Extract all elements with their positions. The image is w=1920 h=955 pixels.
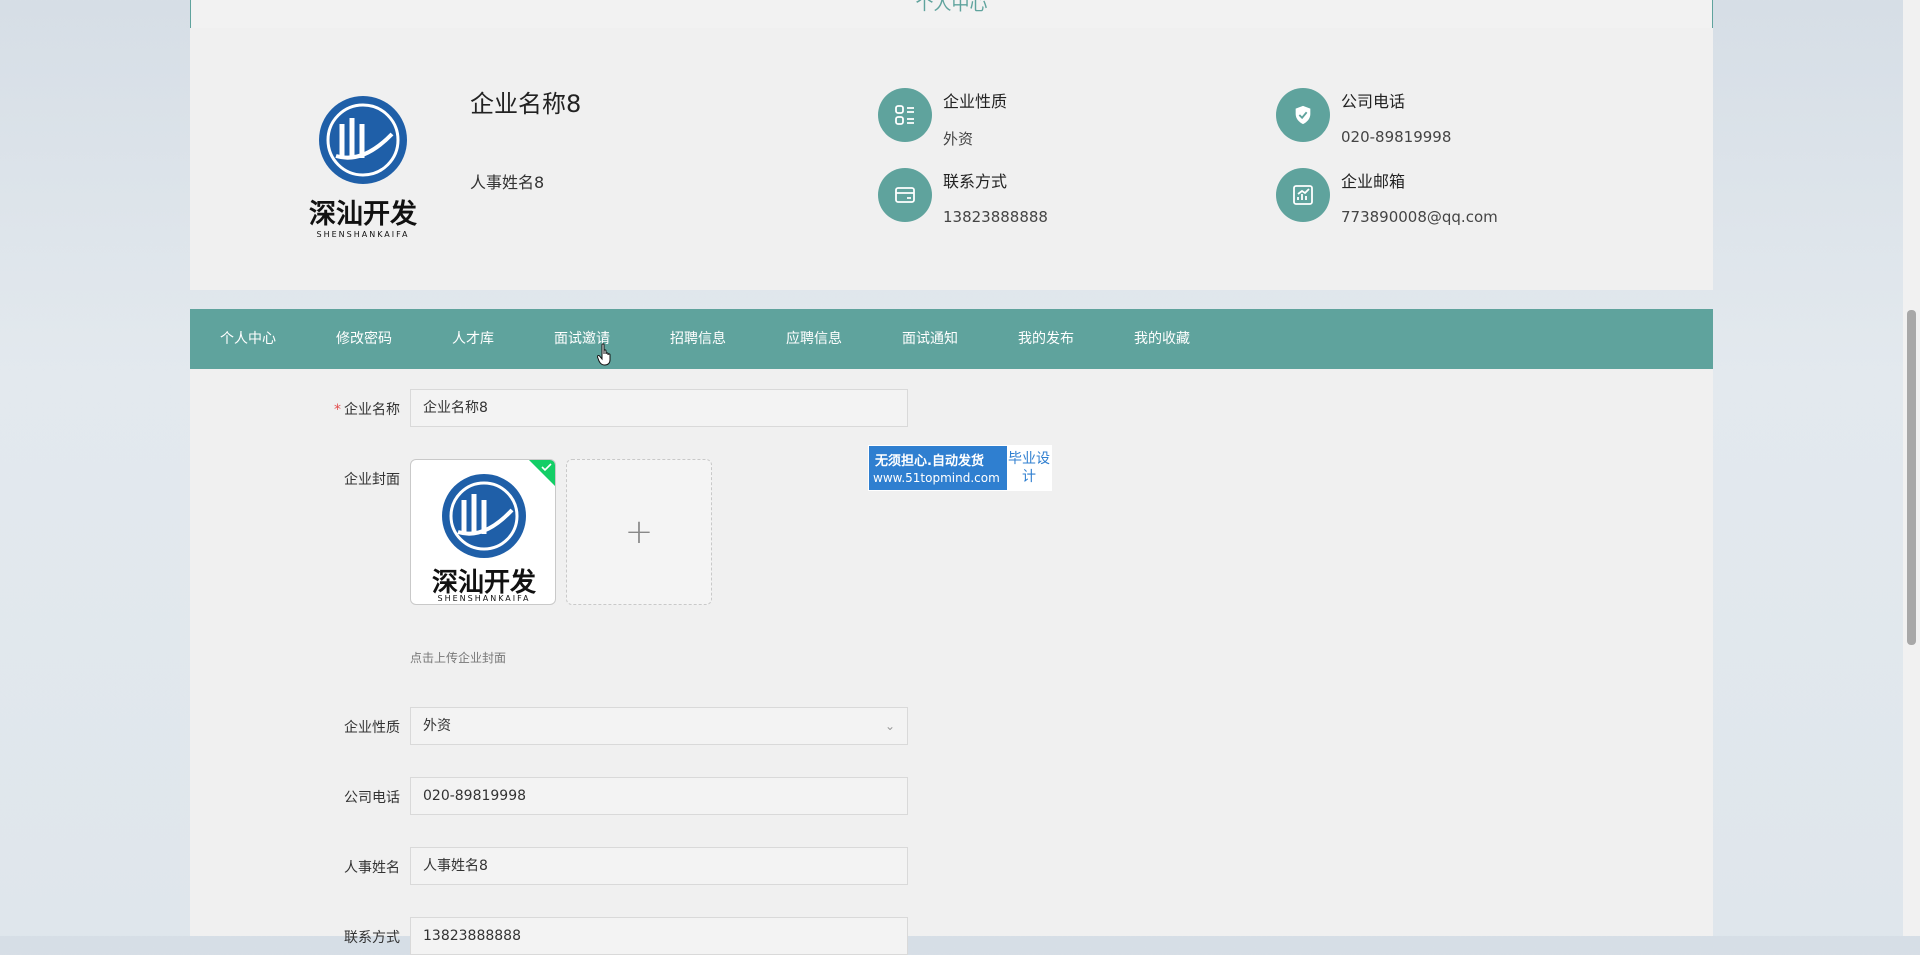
upload-add-button[interactable]: + [566, 459, 712, 605]
required-mark: * [334, 402, 341, 418]
profile-card: 深汕开发 SHENSHANKAIFA 企业名称8 人事姓名8 企业性质 外资 公… [190, 28, 1713, 290]
info-label: 联系方式 [943, 172, 1008, 191]
phone-input[interactable]: 020-89819998 [410, 777, 908, 815]
company-logo: 深汕开发 SHENSHANKAIFA [300, 94, 426, 254]
company-name-label: * 企业名称 [334, 402, 400, 418]
cursor-hand-icon [597, 343, 611, 366]
nav-item-applications[interactable]: 应聘信息 [786, 309, 842, 369]
user-center-nav: 个人中心 修改密码 人才库 面试邀请 招聘信息 应聘信息 面试通知 我的发布 我… [190, 309, 1713, 369]
company-name-input[interactable]: 企业名称8 [410, 389, 908, 427]
phone-label: 公司电话 [344, 790, 400, 806]
info-value: 773890008@qq.com [1341, 208, 1498, 226]
nav-item-my-posts[interactable]: 我的发布 [1018, 309, 1074, 369]
hr-name-label: 人事姓名 [344, 860, 400, 876]
nature-select[interactable]: 外资 ⌄ [410, 707, 908, 745]
cover-image-thumbnail[interactable]: 深汕开发 SHENSHANKAIFA [410, 459, 556, 605]
nav-item-my-favorites[interactable]: 我的收藏 [1134, 309, 1190, 369]
ad-banner[interactable]: 无须担心.自动发货 www.51topmind.com 毕业设计 [868, 445, 1052, 491]
cover-label: 企业封面 [344, 472, 400, 488]
plus-icon: + [624, 512, 654, 552]
info-value: 020-89819998 [1341, 128, 1452, 146]
grid-icon [878, 88, 932, 142]
logo-text: 深汕开发 [309, 199, 417, 230]
chevron-down-icon: ⌄ [884, 719, 895, 733]
contact-input[interactable]: 13823888888 [410, 917, 908, 955]
info-value: 13823888888 [943, 208, 1048, 226]
logo-subtext: SHENSHANKAIFA [316, 230, 410, 239]
profile-company-name: 企业名称8 [470, 90, 582, 118]
nav-item-job-postings[interactable]: 招聘信息 [670, 309, 726, 369]
contact-label: 联系方式 [344, 930, 400, 946]
profile-hr-name: 人事姓名8 [470, 173, 545, 192]
cover-upload-tip: 点击上传企业封面 [410, 651, 507, 665]
nav-item-interview-notice[interactable]: 面试通知 [902, 309, 958, 369]
ad-line1: 无须担心.自动发货 [875, 454, 984, 469]
nav-item-change-password[interactable]: 修改密码 [336, 309, 392, 369]
section-title: 个人中心 [915, 0, 988, 15]
nav-item-personal-center[interactable]: 个人中心 [220, 309, 276, 369]
info-label: 企业性质 [943, 92, 1008, 111]
page-scrollbar[interactable] [1903, 0, 1920, 936]
nature-label: 企业性质 [344, 720, 400, 736]
info-company-email: 企业邮箱 773890008@qq.com [1276, 168, 1636, 228]
chart-icon [1276, 168, 1330, 222]
info-label: 公司电话 [1341, 92, 1406, 111]
nature-select-value: 外资 [423, 718, 451, 734]
cover-logo-subtext: SHENSHANKAIFA [437, 594, 531, 603]
scrollbar-thumb[interactable] [1907, 310, 1916, 645]
hr-name-input[interactable]: 人事姓名8 [410, 847, 908, 885]
nav-item-talent-pool[interactable]: 人才库 [452, 309, 494, 369]
info-value: 外资 [943, 130, 974, 148]
card-icon [878, 168, 932, 222]
ad-right-text: 毕业设计 [1007, 446, 1051, 490]
ad-line2: www.51topmind.com [873, 471, 1000, 485]
info-company-nature: 企业性质 外资 [878, 88, 1238, 148]
info-contact: 联系方式 13823888888 [878, 168, 1238, 228]
section-title-box: 个人中心 [190, 0, 1713, 29]
info-label: 企业邮箱 [1341, 172, 1406, 191]
shield-icon [1276, 88, 1330, 142]
info-company-phone: 公司电话 020-89819998 [1276, 88, 1636, 148]
